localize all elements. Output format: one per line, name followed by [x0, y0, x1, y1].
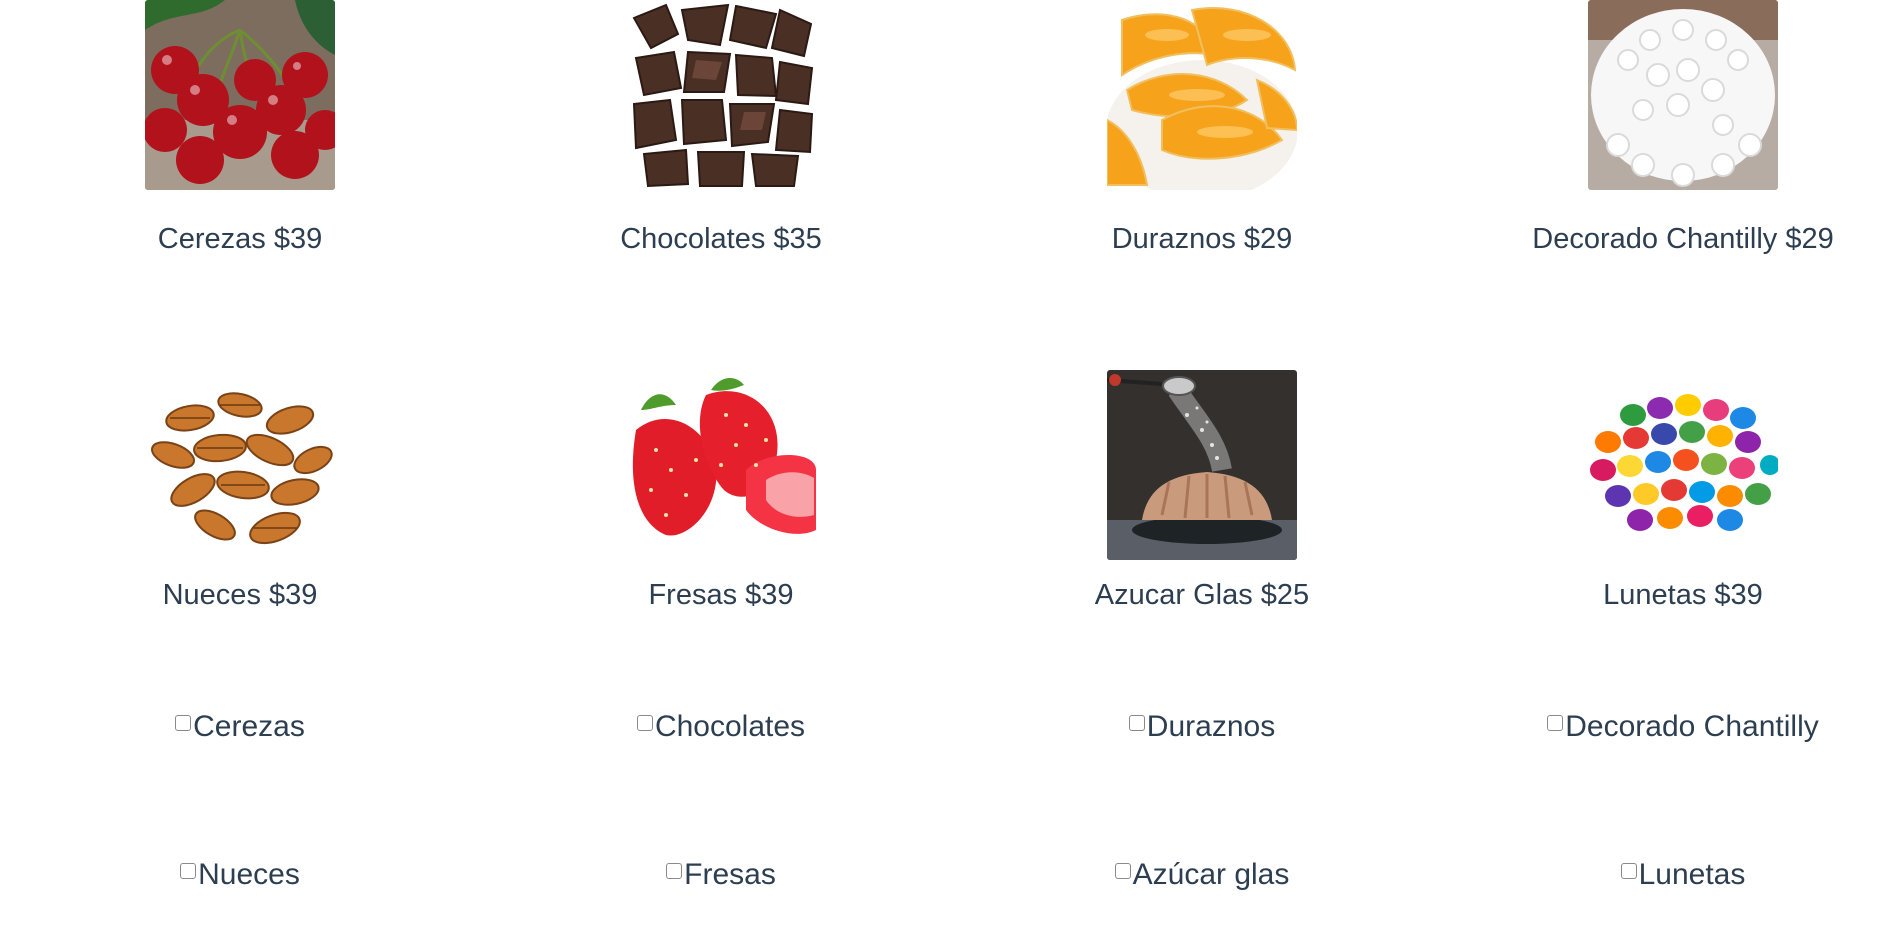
- option-duraznos[interactable]: Duraznos: [1002, 709, 1402, 744]
- option-item[interactable]: Nueces: [180, 858, 300, 892]
- option-label: Chocolates: [654, 710, 806, 743]
- product-label: Azucar Glas $25: [1094, 579, 1310, 611]
- powdered-sugar-cake-image: [1107, 370, 1297, 560]
- option-item[interactable]: Fresas: [666, 858, 776, 892]
- checkbox-lunetas[interactable]: [1620, 863, 1637, 879]
- option-fresas[interactable]: Fresas: [521, 857, 921, 892]
- product-label: Decorado Chantilly $29: [1532, 223, 1834, 255]
- option-item[interactable]: Chocolates: [636, 710, 806, 744]
- option-item[interactable]: Lunetas: [1620, 858, 1746, 892]
- candies-image: [1588, 370, 1778, 560]
- option-cerezas[interactable]: Cerezas: [40, 709, 440, 744]
- product-label: Duraznos $29: [1111, 223, 1293, 255]
- checkbox-chocolates[interactable]: [636, 715, 653, 731]
- peaches-image: [1107, 0, 1297, 190]
- option-label: Cerezas: [193, 710, 305, 743]
- option-item[interactable]: Cerezas: [175, 710, 305, 744]
- product-card-fresas: Fresas $39: [521, 370, 921, 612]
- option-item[interactable]: Decorado Chantilly: [1547, 710, 1819, 744]
- option-label: Nueces: [198, 858, 300, 891]
- option-azucar-glas[interactable]: Azúcar glas: [1002, 857, 1402, 892]
- chocolate-image: [626, 0, 816, 190]
- product-card-decorado-chantilly: Decorado Chantilly $29: [1483, 0, 1883, 256]
- product-selection-page: Cerezas $39 Chocolates $35 Duraznos $29 …: [0, 0, 1892, 931]
- product-card-cerezas: Cerezas $39: [40, 0, 440, 256]
- product-label: Cerezas $39: [157, 223, 323, 255]
- checkbox-nueces[interactable]: [180, 863, 197, 879]
- strawberries-image: [626, 370, 816, 560]
- option-label: Azúcar glas: [1132, 858, 1290, 891]
- option-label: Duraznos: [1146, 710, 1276, 743]
- product-card-duraznos: Duraznos $29: [1002, 0, 1402, 256]
- checkbox-decorado-chantilly[interactable]: [1547, 715, 1564, 731]
- option-item[interactable]: Azúcar glas: [1114, 858, 1290, 892]
- option-item[interactable]: Duraznos: [1128, 710, 1276, 744]
- checkbox-fresas[interactable]: [666, 863, 683, 879]
- product-label: Nueces $39: [162, 579, 318, 611]
- option-label: Lunetas: [1638, 858, 1746, 891]
- cherries-image: [145, 0, 335, 190]
- product-card-azucar-glas: Azucar Glas $25: [1002, 370, 1402, 612]
- product-label: Chocolates $35: [620, 223, 822, 255]
- product-card-chocolates: Chocolates $35: [521, 0, 921, 256]
- checkbox-duraznos[interactable]: [1128, 715, 1145, 731]
- chantilly-cake-image: [1588, 0, 1778, 190]
- option-chocolates[interactable]: Chocolates: [521, 709, 921, 744]
- product-label: Lunetas $39: [1603, 579, 1763, 611]
- product-label: Fresas $39: [648, 579, 794, 611]
- checkbox-cerezas[interactable]: [175, 715, 192, 731]
- option-label: Fresas: [684, 858, 776, 891]
- product-card-lunetas: Lunetas $39: [1483, 370, 1883, 612]
- option-lunetas[interactable]: Lunetas: [1483, 857, 1883, 892]
- pecans-image: [145, 370, 335, 560]
- product-card-nueces: Nueces $39: [40, 370, 440, 612]
- checkbox-azucar-glas[interactable]: [1114, 863, 1131, 879]
- option-decorado-chantilly[interactable]: Decorado Chantilly: [1483, 709, 1883, 744]
- option-nueces[interactable]: Nueces: [40, 857, 440, 892]
- option-label: Decorado Chantilly: [1565, 710, 1819, 743]
